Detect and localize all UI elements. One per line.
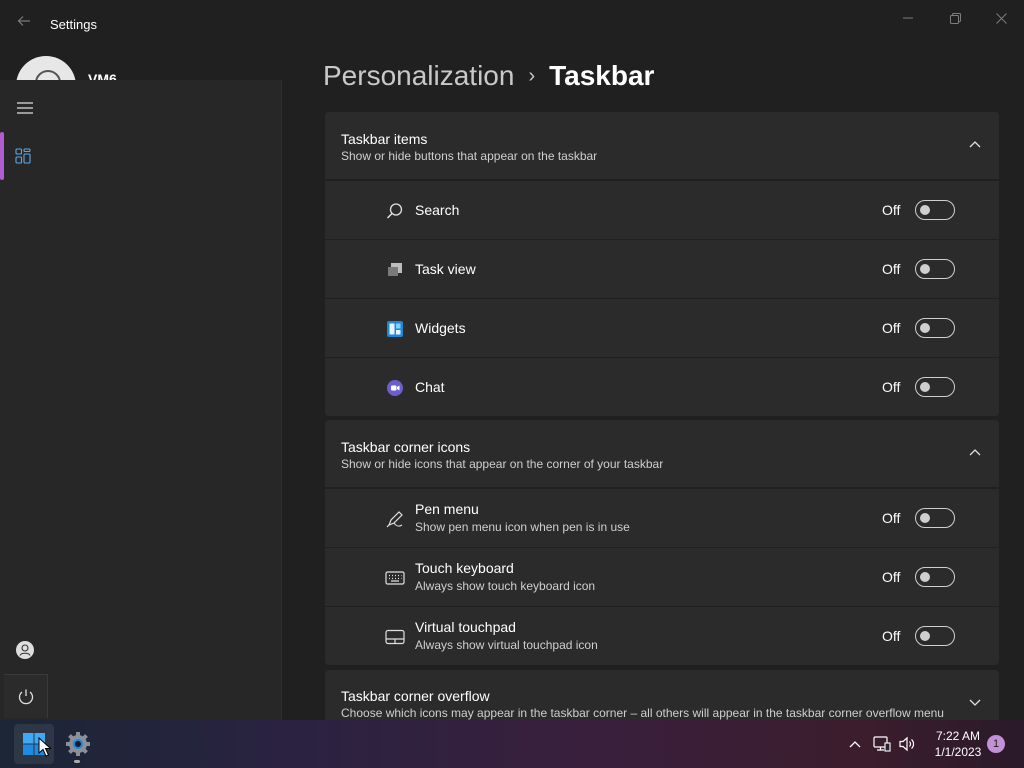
nav-pane [0, 80, 282, 720]
personalization-icon [15, 148, 31, 164]
setting-row-virtual-touchpad: Virtual touchpad Always show virtual tou… [325, 607, 999, 665]
card-subtitle: Show or hide buttons that appear on the … [341, 149, 598, 163]
keyboard-icon [385, 568, 405, 588]
toggle-state-text: Off [882, 202, 901, 218]
pen-menu-toggle[interactable] [915, 508, 955, 528]
settings-window: Settings VM6 Personalization › Taskbar T… [0, 0, 1024, 730]
toggle-knob [920, 264, 930, 274]
toggle-knob [920, 382, 930, 392]
title-bar: Settings [0, 0, 1024, 48]
restore-icon [949, 12, 961, 24]
app-title: Settings [50, 17, 97, 32]
toggle-state-text: Off [882, 379, 901, 395]
back-arrow-icon [17, 16, 30, 26]
toggle-knob [920, 572, 930, 582]
account-button[interactable] [10, 635, 40, 665]
account-icon [16, 641, 34, 659]
taskbar-items-header[interactable]: Taskbar items Show or hide buttons that … [325, 112, 999, 179]
maximize-button[interactable] [932, 4, 978, 32]
chat-toggle[interactable] [915, 377, 955, 397]
volume-button[interactable] [897, 734, 917, 754]
notification-badge[interactable]: 1 [987, 735, 1005, 753]
setting-label: Search [415, 202, 460, 218]
setting-row-task-view: Task view Off [325, 240, 999, 298]
power-button[interactable] [4, 674, 48, 718]
setting-label: Virtual touchpad [415, 619, 516, 635]
minimize-button[interactable] [885, 4, 931, 32]
back-button[interactable] [10, 12, 38, 36]
setting-label: Widgets [415, 320, 466, 336]
hamburger-icon [17, 102, 33, 114]
card-title: Taskbar corner icons [341, 439, 471, 455]
settings-taskbar-app[interactable] [58, 724, 98, 764]
taskbar-corner-icons-header[interactable]: Taskbar corner icons Show or hide icons … [325, 420, 999, 487]
breadcrumb-parent[interactable]: Personalization [323, 60, 514, 92]
toggle-knob [920, 513, 930, 523]
minimize-icon [903, 17, 913, 19]
chevron-up-icon [849, 741, 861, 748]
task-view-toggle[interactable] [915, 259, 955, 279]
card-title: Taskbar corner overflow [341, 688, 490, 704]
touch-keyboard-toggle[interactable] [915, 567, 955, 587]
toggle-state-text: Off [882, 569, 901, 585]
toggle-state-text: Off [882, 320, 901, 336]
toggle-knob [920, 205, 930, 215]
network-icon [873, 736, 891, 752]
nav-item-personalization[interactable] [4, 136, 42, 176]
toggle-knob [920, 323, 930, 333]
setting-label: Pen menu [415, 501, 479, 517]
setting-row-pen-menu: Pen menu Show pen menu icon when pen is … [325, 489, 999, 547]
chevron-down-icon[interactable] [967, 695, 983, 711]
power-icon [18, 689, 33, 704]
pen-icon [385, 509, 405, 529]
page-title: Taskbar [549, 60, 655, 91]
widgets-icon [385, 319, 405, 339]
setting-row-touch-keyboard: Touch keyboard Always show touch keyboar… [325, 548, 999, 606]
card-subtitle: Choose which icons may appear in the tas… [341, 706, 944, 720]
chevron-up-icon[interactable] [967, 444, 983, 460]
clock-time: 7:22 AM [935, 729, 981, 743]
clock[interactable]: 7:22 AM 1/1/2023 [926, 728, 990, 760]
setting-label: Chat [415, 379, 445, 395]
windows-taskbar: 7:22 AM 1/1/2023 1 [0, 720, 1024, 768]
mouse-cursor-icon [38, 737, 52, 757]
task-view-icon [385, 260, 405, 280]
toggle-knob [920, 631, 930, 641]
toggle-state-text: Off [882, 510, 901, 526]
virtual-touchpad-toggle[interactable] [915, 626, 955, 646]
setting-description: Show pen menu icon when pen is in use [415, 520, 630, 534]
touchpad-icon [385, 627, 405, 647]
widgets-toggle[interactable] [915, 318, 955, 338]
setting-description: Always show virtual touchpad icon [415, 638, 598, 652]
close-icon [995, 12, 1007, 24]
tray-overflow-button[interactable] [846, 734, 864, 754]
chevron-up-icon[interactable] [967, 136, 983, 152]
breadcrumb: Personalization › Taskbar [323, 58, 654, 94]
toggle-state-text: Off [882, 628, 901, 644]
setting-label: Touch keyboard [415, 560, 514, 576]
card-title: Taskbar items [341, 131, 428, 147]
speaker-icon [899, 736, 915, 752]
menu-button[interactable] [8, 94, 42, 122]
card-subtitle: Show or hide icons that appear on the co… [341, 457, 664, 471]
setting-row-widgets: Widgets Off [325, 299, 999, 357]
breadcrumb-separator: › [528, 64, 536, 87]
running-indicator [74, 760, 80, 763]
network-button[interactable] [872, 734, 892, 754]
setting-label: Task view [415, 261, 476, 277]
search-icon [385, 201, 405, 221]
setting-description: Always show touch keyboard icon [415, 579, 596, 593]
setting-row-search: Search Off [325, 181, 999, 239]
toggle-state-text: Off [882, 261, 901, 277]
clock-date: 1/1/2023 [934, 745, 982, 759]
search-toggle[interactable] [915, 200, 955, 220]
gear-icon [66, 732, 90, 756]
chat-icon [385, 378, 405, 398]
close-button[interactable] [978, 4, 1024, 32]
setting-row-chat: Chat Off [325, 358, 999, 416]
